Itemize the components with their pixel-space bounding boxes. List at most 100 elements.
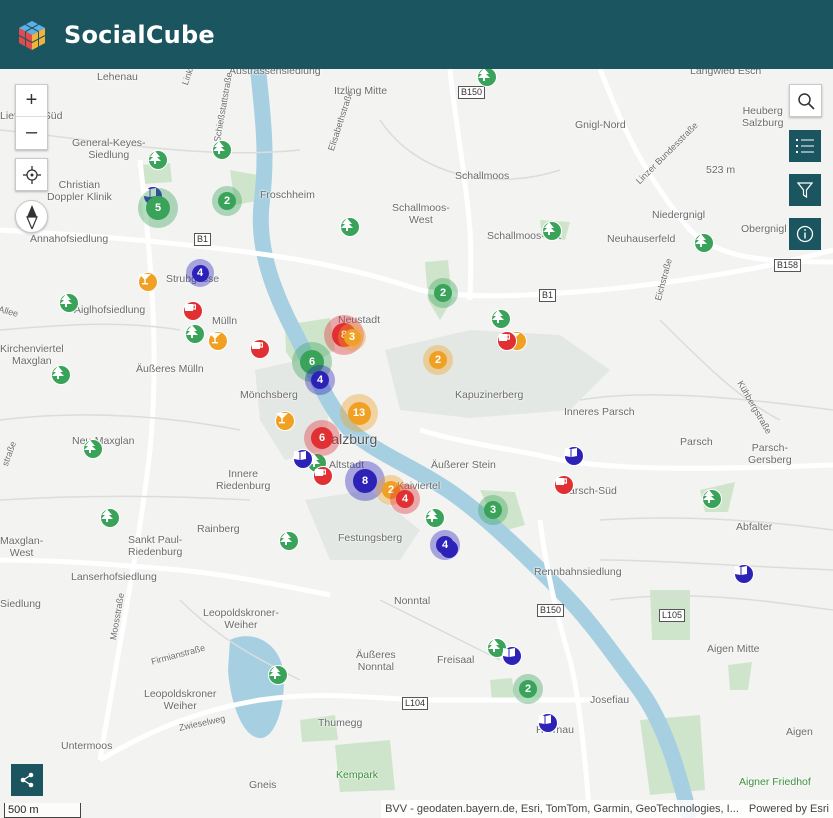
road-shield: B150 bbox=[537, 604, 565, 617]
cluster-count: 6 bbox=[311, 427, 333, 449]
cafe-marker-icon[interactable] bbox=[313, 466, 333, 486]
bar-marker-icon[interactable] bbox=[208, 331, 228, 351]
search-button[interactable] bbox=[789, 84, 822, 117]
place-label-sankt-paul: Sankt Paul- Riedenburg bbox=[128, 534, 183, 558]
app-title: SocialCube bbox=[64, 20, 215, 49]
cafe-marker-icon[interactable] bbox=[554, 475, 574, 495]
app-header: SocialCube bbox=[0, 0, 833, 69]
road-shield: B150 bbox=[458, 86, 486, 99]
cluster-marker[interactable]: 4 bbox=[186, 259, 214, 287]
info-button[interactable] bbox=[789, 218, 821, 250]
cluster-marker[interactable]: 13 bbox=[340, 394, 378, 432]
bar-marker-icon[interactable] bbox=[275, 411, 295, 431]
park-marker-icon[interactable] bbox=[542, 221, 562, 241]
place-label-nonntal: Nonntal bbox=[394, 595, 431, 607]
place-label-leopoldskroner-weiher: Leopoldskroner Weiher bbox=[144, 688, 217, 712]
list-icon bbox=[796, 139, 814, 153]
cluster-count: 2 bbox=[434, 284, 452, 302]
bar-marker-icon[interactable] bbox=[138, 272, 158, 292]
attribution-sources[interactable]: BVV - geodaten.bayern.de, Esri, TomTom, … bbox=[385, 803, 739, 815]
place-label-aiglhof: Aiglhofsiedlung bbox=[74, 304, 146, 316]
zoom-out-button[interactable]: – bbox=[16, 116, 47, 148]
place-label-rainberg: Rainberg bbox=[197, 523, 240, 535]
road-shield: B1 bbox=[539, 289, 557, 302]
park-marker-icon[interactable] bbox=[59, 293, 79, 313]
zoom-in-button[interactable]: + bbox=[16, 85, 47, 116]
cluster-marker[interactable]: 4 bbox=[390, 484, 420, 514]
road-shield: L104 bbox=[402, 697, 429, 710]
place-label-elev: 523 m bbox=[706, 164, 736, 176]
locate-button[interactable] bbox=[15, 158, 48, 191]
library-marker-icon[interactable] bbox=[734, 564, 754, 584]
park-marker-icon[interactable] bbox=[425, 508, 445, 528]
park-marker-icon[interactable] bbox=[83, 439, 103, 459]
cafe-marker-icon[interactable] bbox=[250, 339, 270, 359]
place-label-josefiau: Josefiau bbox=[590, 694, 630, 706]
cluster-count: 2 bbox=[218, 192, 236, 210]
place-label-innere-riedenburg: Innere Riedenburg bbox=[216, 468, 271, 492]
cluster-count: 5 bbox=[146, 196, 170, 220]
cluster-marker[interactable]: 4 bbox=[430, 530, 460, 560]
cluster-count: 4 bbox=[436, 536, 454, 554]
place-label-lehenau: Lehenau bbox=[97, 71, 138, 83]
cluster-marker[interactable]: 4 bbox=[305, 365, 335, 395]
share-button[interactable] bbox=[11, 764, 43, 796]
cafe-marker-icon[interactable] bbox=[497, 331, 517, 351]
map-view[interactable]: B150 B1 B1 B158 B150 L105 L104 Lehenau Au… bbox=[0, 69, 833, 818]
place-label-schallmoos-west: Schallmoos- West bbox=[392, 202, 450, 226]
place-label-aeusserer-stein: Äußerer Stein bbox=[431, 459, 496, 471]
road-shield: B1 bbox=[194, 233, 212, 246]
place-label-austrassen: Austrassensiedlung bbox=[229, 69, 321, 77]
cluster-marker[interactable]: 2 bbox=[428, 278, 458, 308]
park-marker-icon[interactable] bbox=[268, 665, 288, 685]
place-label-rennbahn: Rennbahnsiedlung bbox=[534, 566, 622, 578]
locate-icon bbox=[22, 165, 41, 184]
park-marker-icon[interactable] bbox=[100, 508, 120, 528]
park-marker-icon[interactable] bbox=[279, 531, 299, 551]
place-label-leopoldskroner-weiher-top: Leopoldskroner- Weiher bbox=[203, 607, 279, 631]
cluster-marker[interactable]: 2 bbox=[212, 186, 242, 216]
place-label-thumegg: Thumegg bbox=[318, 717, 363, 729]
park-marker-icon[interactable] bbox=[148, 150, 168, 170]
library-marker-icon[interactable] bbox=[538, 713, 558, 733]
attribution-powered[interactable]: Powered by Esri bbox=[749, 803, 829, 815]
place-label-obergnigl: Obergnigl bbox=[741, 223, 787, 235]
cafe-marker-icon[interactable] bbox=[183, 301, 203, 321]
cluster-count: 2 bbox=[519, 680, 537, 698]
filter-icon bbox=[797, 182, 813, 198]
park-marker-icon[interactable] bbox=[212, 140, 232, 160]
park-marker-icon[interactable] bbox=[340, 217, 360, 237]
place-label-aigen: Aigen bbox=[786, 726, 813, 738]
place-label-gnigl-nord: Gnigl-Nord bbox=[575, 119, 626, 131]
compass-button[interactable] bbox=[15, 200, 48, 233]
place-label-froschheim: Froschheim bbox=[260, 189, 315, 201]
place-label-aigner-friedhof: Aigner Friedhof bbox=[739, 776, 811, 788]
place-label-lanserhof: Lanserhofsiedlung bbox=[71, 571, 157, 583]
cluster-count: 3 bbox=[343, 328, 361, 346]
socialcube-logo-icon bbox=[16, 19, 48, 51]
cluster-marker[interactable]: 6 bbox=[304, 420, 340, 456]
park-marker-icon[interactable] bbox=[185, 324, 205, 344]
place-label-parsch: Parsch bbox=[680, 436, 713, 448]
cluster-marker[interactable]: 3 bbox=[478, 495, 508, 525]
cluster-marker[interactable]: 5 bbox=[138, 188, 178, 228]
library-marker-icon[interactable] bbox=[502, 646, 522, 666]
cluster-marker[interactable]: 2 bbox=[423, 345, 453, 375]
park-marker-icon[interactable] bbox=[702, 489, 722, 509]
layer-list-button[interactable] bbox=[789, 130, 821, 162]
cluster-marker[interactable]: 2 bbox=[513, 674, 543, 704]
park-marker-icon[interactable] bbox=[694, 233, 714, 253]
place-label-langwied: Langwied Esch bbox=[690, 69, 762, 77]
library-marker-icon[interactable] bbox=[564, 446, 584, 466]
place-label-neuhauserfeld: Neuhauserfeld bbox=[607, 233, 676, 245]
attribution-bar: BVV - geodaten.bayern.de, Esri, TomTom, … bbox=[381, 800, 833, 818]
place-label-kempark: Kempark bbox=[336, 769, 379, 781]
park-marker-icon[interactable] bbox=[491, 309, 511, 329]
cluster-marker[interactable]: 3 bbox=[338, 323, 366, 351]
search-icon bbox=[797, 92, 815, 110]
park-marker-icon[interactable] bbox=[51, 365, 71, 385]
cluster-count: 4 bbox=[311, 371, 329, 389]
filter-button[interactable] bbox=[789, 174, 821, 206]
place-label-freisaal: Freisaal bbox=[437, 654, 475, 666]
zoom-controls: + – bbox=[15, 84, 48, 150]
